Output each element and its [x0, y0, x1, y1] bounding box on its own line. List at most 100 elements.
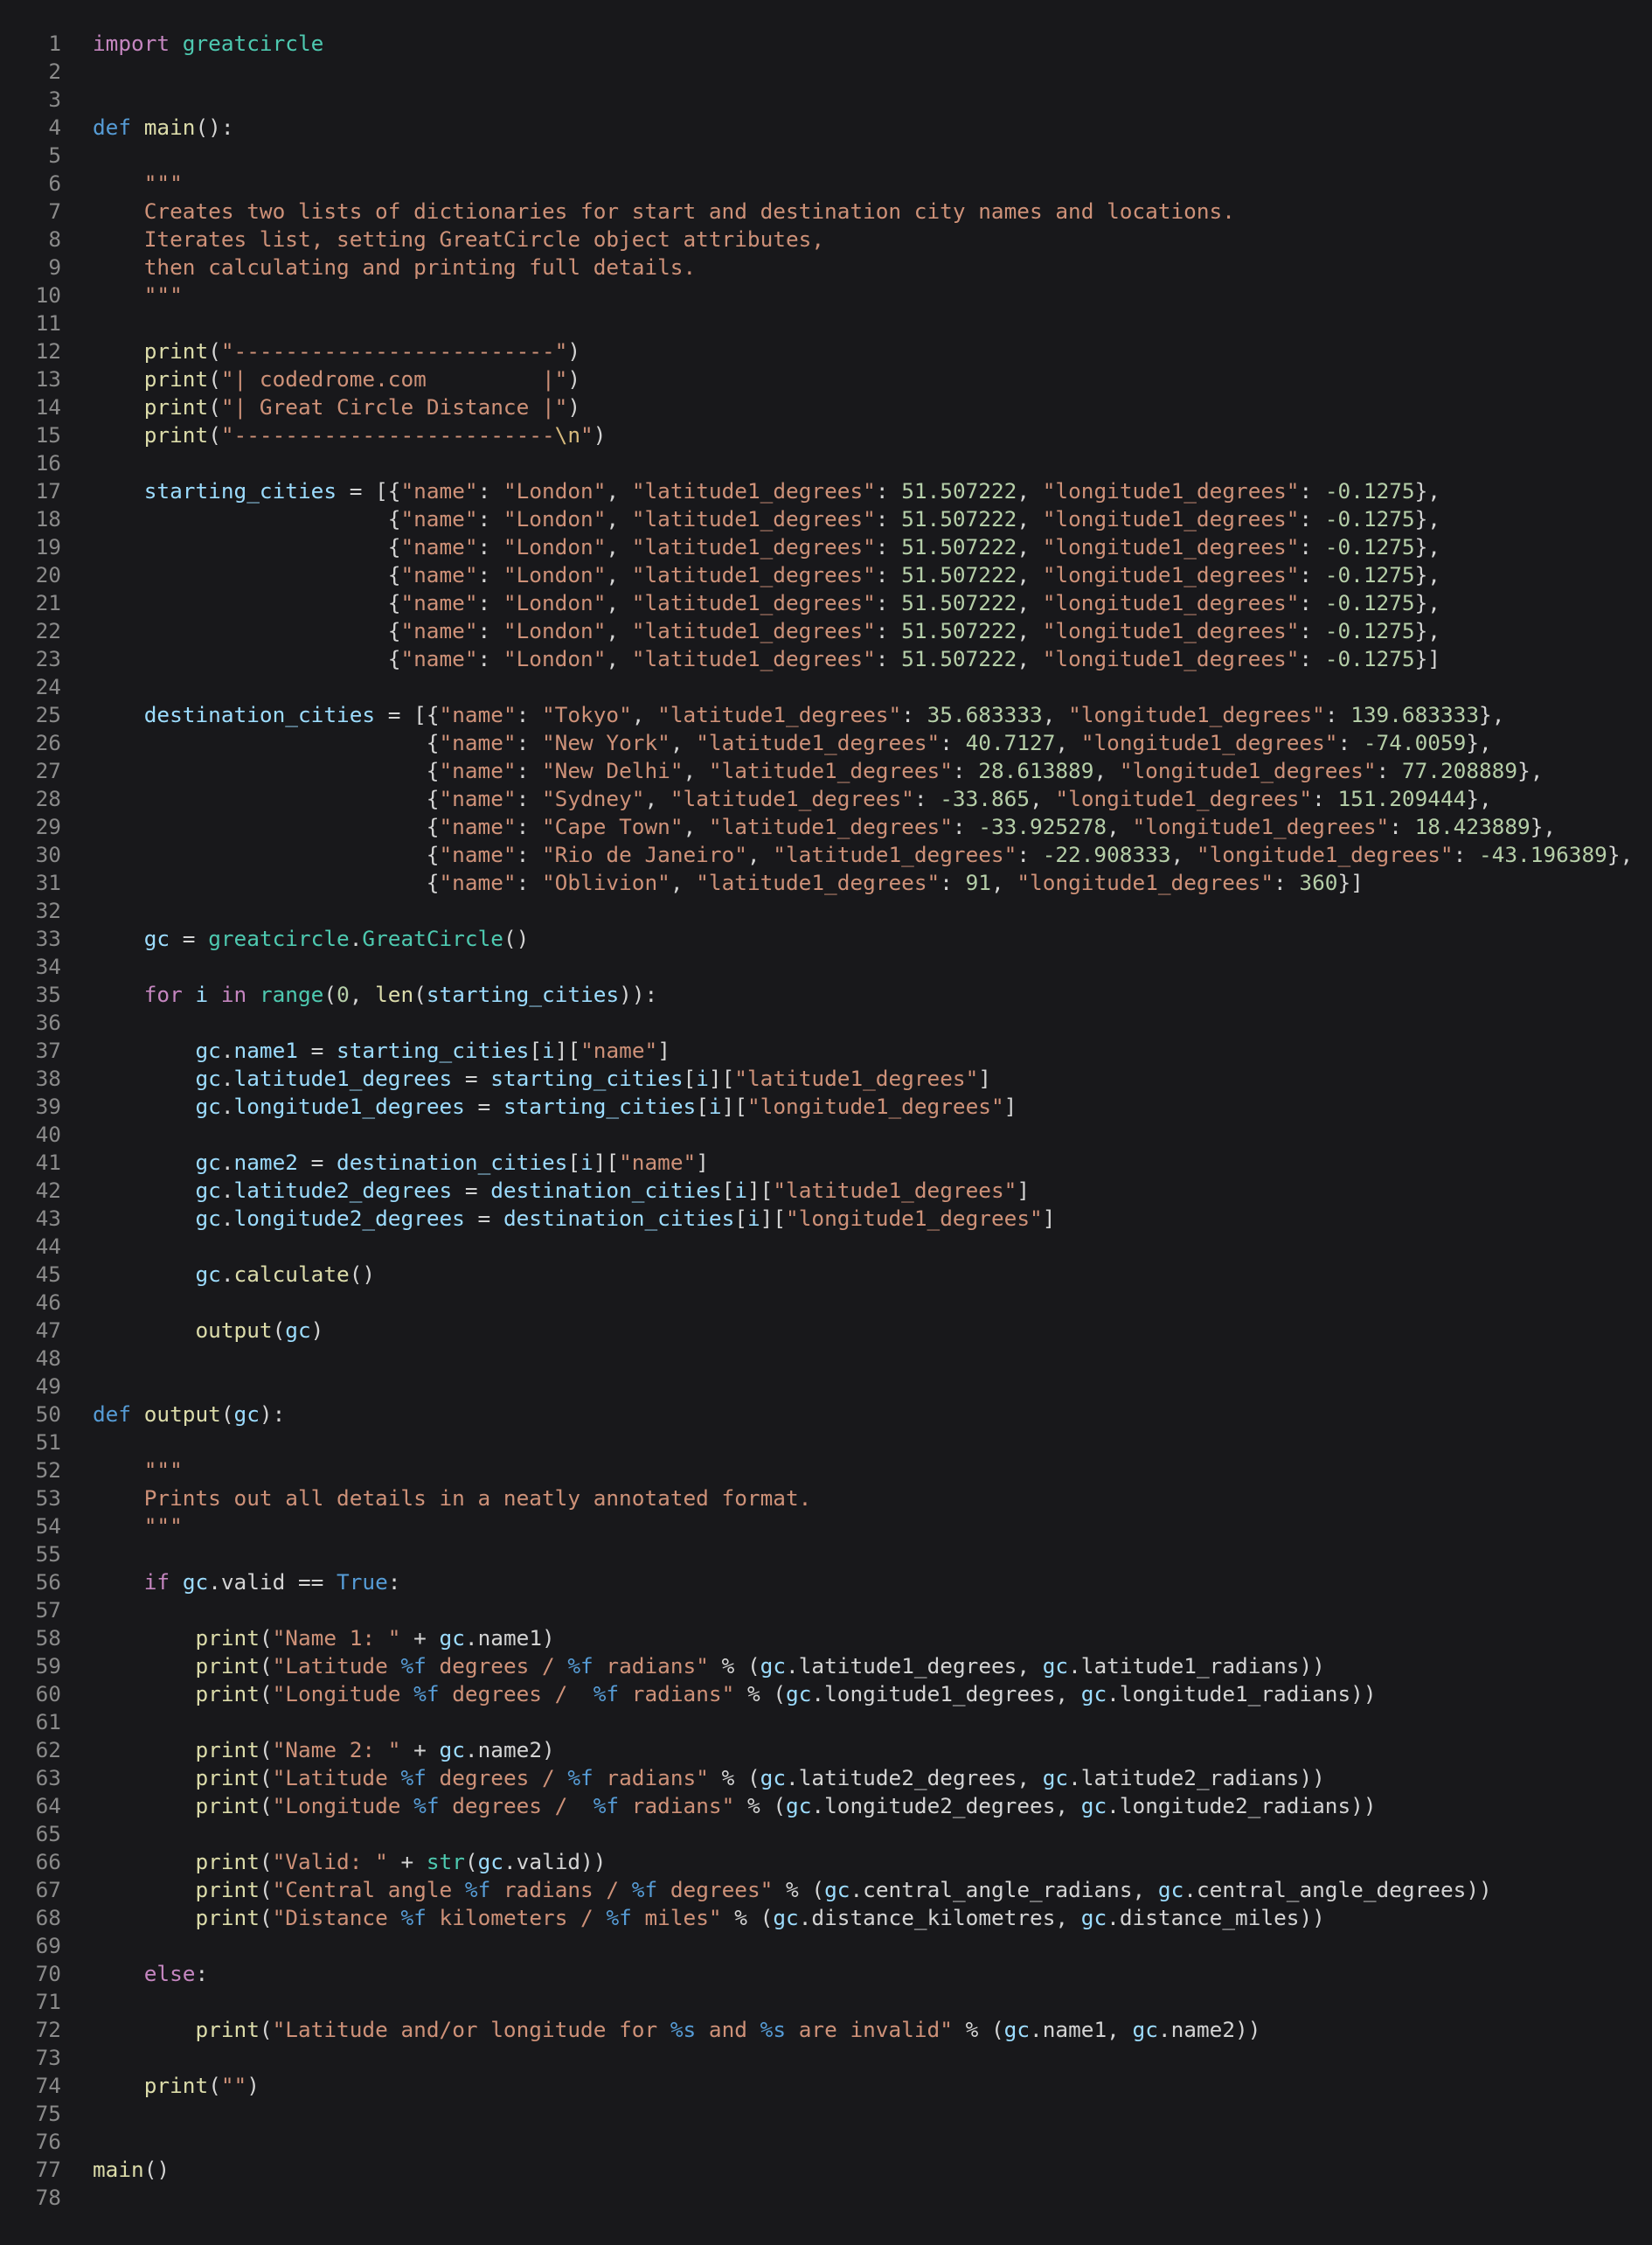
- code-line[interactable]: 40: [0, 1121, 1652, 1149]
- code-line[interactable]: 54 """: [0, 1512, 1652, 1540]
- code-line[interactable]: 12 print("-------------------------"): [0, 337, 1652, 365]
- code-line[interactable]: 8 Iterates list, setting GreatCircle obj…: [0, 226, 1652, 254]
- code-line[interactable]: 60 print("Longitude %f degrees / %f radi…: [0, 1680, 1652, 1708]
- code-line[interactable]: 38 gc.latitude1_degrees = starting_citie…: [0, 1065, 1652, 1093]
- code-line[interactable]: 14 print("| Great Circle Distance |"): [0, 393, 1652, 421]
- code-line[interactable]: 1 import greatcircle: [0, 30, 1652, 58]
- code-line[interactable]: 49: [0, 1373, 1652, 1401]
- code-line[interactable]: 31 {"name": "Oblivion", "latitude1_degre…: [0, 869, 1652, 897]
- code-line[interactable]: 78: [0, 2184, 1652, 2212]
- code-line[interactable]: 15 print("-------------------------\n"): [0, 421, 1652, 449]
- code-line[interactable]: 25 destination_cities = [{"name": "Tokyo…: [0, 701, 1652, 729]
- code-line[interactable]: 2: [0, 58, 1652, 86]
- code-line[interactable]: 16: [0, 449, 1652, 477]
- code-line[interactable]: 62 print("Name 2: " + gc.name2): [0, 1736, 1652, 1764]
- code-line[interactable]: 44: [0, 1233, 1652, 1261]
- code-line[interactable]: 32: [0, 897, 1652, 925]
- code-line[interactable]: 71: [0, 1988, 1652, 2016]
- code-line[interactable]: 74 print(""): [0, 2072, 1652, 2100]
- code-token: .: [349, 926, 363, 951]
- code-line[interactable]: 73: [0, 2044, 1652, 2072]
- code-line[interactable]: 34: [0, 953, 1652, 981]
- code-editor[interactable]: 1 import greatcircle 2 3 4 def main(): 5 6 """ 7…: [0, 0, 1652, 2245]
- code-token: 360: [1299, 870, 1338, 895]
- code-line[interactable]: 10 """: [0, 281, 1652, 309]
- code-line[interactable]: 70 else:: [0, 1960, 1652, 1988]
- code-token: "name": [400, 618, 478, 643]
- code-token: [: [734, 1206, 747, 1231]
- code-line[interactable]: 59 print("Latitude %f degrees / %f radia…: [0, 1652, 1652, 1680]
- code-token: .name2)): [1157, 2017, 1261, 2042]
- code-line[interactable]: 3: [0, 86, 1652, 114]
- code-line[interactable]: 72 print("Latitude and/or longitude for …: [0, 2016, 1652, 2044]
- code-line[interactable]: 67 print("Central angle %f radians / %f …: [0, 1876, 1652, 1904]
- code-line[interactable]: 57: [0, 1596, 1652, 1624]
- code-token: "Oblivion": [541, 870, 670, 895]
- code-line[interactable]: 24: [0, 673, 1652, 701]
- code-line[interactable]: 76: [0, 2128, 1652, 2156]
- code-line[interactable]: 7 Creates two lists of dictionaries for …: [0, 198, 1652, 226]
- code-line[interactable]: 56 if gc.valid == True:: [0, 1568, 1652, 1596]
- code-line[interactable]: 50 def output(gc):: [0, 1401, 1652, 1428]
- code-line[interactable]: 64 print("Longitude %f degrees / %f radi…: [0, 1792, 1652, 1820]
- line-number: 54: [35, 1513, 61, 1539]
- code-line[interactable]: 29 {"name": "Cape Town", "latitude1_degr…: [0, 813, 1652, 841]
- code-token: = [{: [375, 702, 440, 727]
- line-number: 75: [35, 2101, 61, 2126]
- code-line[interactable]: 18 {"name": "London", "latitude1_degrees…: [0, 505, 1652, 533]
- code-token: destination_cities: [143, 702, 376, 727]
- code-line[interactable]: 6 """: [0, 170, 1652, 198]
- code-line[interactable]: 51: [0, 1428, 1652, 1456]
- code-line[interactable]: 26 {"name": "New York", "latitude1_degre…: [0, 729, 1652, 757]
- code-line[interactable]: 33 gc = greatcircle.GreatCircle(): [0, 925, 1652, 953]
- code-token: gc: [195, 1206, 221, 1231]
- code-line[interactable]: 37 gc.name1 = starting_cities[i]["name"]: [0, 1037, 1652, 1065]
- code-line[interactable]: 66 print("Valid: " + str(gc.valid)): [0, 1848, 1652, 1876]
- code-line[interactable]: 9 then calculating and printing full det…: [0, 254, 1652, 281]
- code-line[interactable]: 17 starting_cities = [{"name": "London",…: [0, 477, 1652, 505]
- code-token: .valid)): [503, 1849, 607, 1874]
- code-line[interactable]: 35 for i in range(0, len(starting_cities…: [0, 981, 1652, 1009]
- code-line[interactable]: 28 {"name": "Sydney", "latitude1_degrees…: [0, 785, 1652, 813]
- code-text: gc.longitude2_degrees = destination_citi…: [61, 1205, 1055, 1233]
- code-line[interactable]: 55: [0, 1540, 1652, 1568]
- code-token: (: [259, 1681, 273, 1706]
- code-line[interactable]: 19 {"name": "London", "latitude1_degrees…: [0, 533, 1652, 561]
- code-line[interactable]: 39 gc.longitude1_degrees = starting_citi…: [0, 1093, 1652, 1121]
- code-token: {: [93, 786, 440, 811]
- line-number: 47: [35, 1317, 61, 1343]
- code-line[interactable]: 75: [0, 2100, 1652, 2128]
- code-line[interactable]: 58 print("Name 1: " + gc.name1): [0, 1624, 1652, 1652]
- code-line[interactable]: 22 {"name": "London", "latitude1_degrees…: [0, 617, 1652, 645]
- code-line[interactable]: 77 main(): [0, 2156, 1652, 2184]
- code-line[interactable]: 41 gc.name2 = destination_cities[i]["nam…: [0, 1149, 1652, 1177]
- code-line[interactable]: 36: [0, 1009, 1652, 1037]
- code-line[interactable]: 20 {"name": "London", "latitude1_degrees…: [0, 561, 1652, 589]
- code-line[interactable]: 27 {"name": "New Delhi", "latitude1_degr…: [0, 757, 1652, 785]
- code-line[interactable]: 45 gc.calculate(): [0, 1261, 1652, 1289]
- code-line[interactable]: 11: [0, 309, 1652, 337]
- code-line[interactable]: 69: [0, 1932, 1652, 1960]
- code-line[interactable]: 65: [0, 1820, 1652, 1848]
- code-line[interactable]: 21 {"name": "London", "latitude1_degrees…: [0, 589, 1652, 617]
- code-line[interactable]: 46: [0, 1289, 1652, 1317]
- code-line[interactable]: 47 output(gc): [0, 1317, 1652, 1345]
- code-line[interactable]: 43 gc.longitude2_degrees = destination_c…: [0, 1205, 1652, 1233]
- code-line[interactable]: 23 {"name": "London", "latitude1_degrees…: [0, 645, 1652, 673]
- code-token: ):: [259, 1401, 286, 1427]
- code-line[interactable]: 42 gc.latitude2_degrees = destination_ci…: [0, 1177, 1652, 1205]
- code-line[interactable]: 63 print("Latitude %f degrees / %f radia…: [0, 1764, 1652, 1792]
- code-line[interactable]: 5: [0, 142, 1652, 170]
- code-line[interactable]: 48: [0, 1345, 1652, 1373]
- code-line[interactable]: 68 print("Distance %f kilometers / %f mi…: [0, 1904, 1652, 1932]
- code-line[interactable]: 53 Prints out all details in a neatly an…: [0, 1484, 1652, 1512]
- code-line[interactable]: 4 def main():: [0, 114, 1652, 142]
- code-token: print: [195, 1681, 260, 1706]
- code-token: longitude2_degrees: [233, 1206, 465, 1231]
- code-line[interactable]: 13 print("| codedrome.com |"): [0, 365, 1652, 393]
- code-line[interactable]: 61: [0, 1708, 1652, 1736]
- code-line[interactable]: 52 """: [0, 1456, 1652, 1484]
- code-line[interactable]: 30 {"name": "Rio de Janeiro", "latitude1…: [0, 841, 1652, 869]
- code-token: destination_cities: [490, 1178, 722, 1203]
